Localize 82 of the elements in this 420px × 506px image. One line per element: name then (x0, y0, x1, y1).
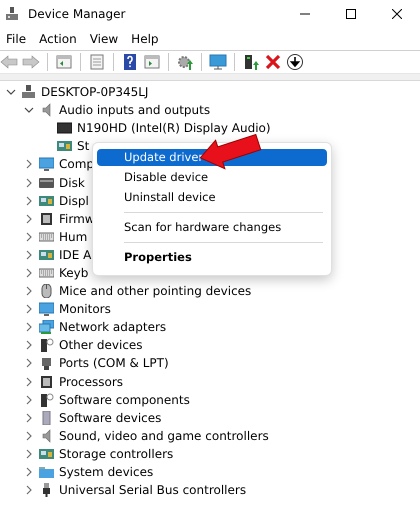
menu-item[interactable]: View (86, 30, 122, 48)
tree-item[interactable]: Mice and other pointing devices (59, 284, 252, 298)
tree-item[interactable]: Disk (59, 176, 85, 190)
network-icon (39, 320, 54, 334)
tree-item[interactable]: System devices (59, 465, 154, 480)
monitor-icon (39, 302, 54, 316)
expand-chevron-icon[interactable] (24, 322, 34, 332)
tree-item[interactable]: Keyb (59, 266, 88, 280)
device-icon (39, 338, 54, 352)
tree-item[interactable]: Network adapters (59, 320, 166, 334)
tree-item[interactable]: IDE A (59, 248, 92, 262)
tree-item[interactable]: Software devices (59, 410, 162, 425)
tree-item[interactable]: Processors (59, 374, 124, 389)
tree-item[interactable]: DESKTOP-0P345LJ (41, 85, 148, 100)
device-icon (39, 392, 54, 407)
expand-chevron-icon[interactable] (24, 232, 34, 242)
expand-chevron-icon[interactable] (24, 304, 34, 314)
card-icon (39, 194, 54, 208)
card-icon (57, 139, 72, 154)
tree-item[interactable]: N190HD (Intel(R) Display Audio) (77, 121, 271, 136)
card-icon (39, 446, 54, 461)
folder-icon (39, 465, 54, 480)
display-icon (57, 121, 72, 136)
expand-chevron-icon[interactable] (24, 268, 34, 278)
expand-chevron-icon[interactable] (24, 196, 34, 206)
expand-chevron-icon[interactable] (24, 412, 34, 423)
tree-item[interactable]: Other devices (59, 338, 143, 352)
expand-chevron-icon[interactable] (24, 214, 34, 224)
expand-chevron-icon[interactable] (24, 467, 34, 478)
monitor-icon[interactable] (209, 53, 227, 71)
tree-item[interactable]: St (77, 139, 90, 154)
download-icon[interactable] (286, 53, 304, 71)
menu-item[interactable]: Action (35, 30, 81, 48)
menu-item[interactable]: Uninstall device (97, 189, 327, 206)
tree-item[interactable]: Hum (59, 230, 88, 244)
maximize-icon[interactable] (346, 9, 356, 19)
expand-chevron-icon[interactable] (24, 430, 34, 441)
tree-item[interactable]: Monitors (59, 302, 111, 316)
menu-item[interactable]: Properties (97, 249, 327, 266)
expand-chevron-icon[interactable] (24, 485, 34, 496)
expand-chevron-icon[interactable] (24, 448, 34, 459)
computer-icon (21, 85, 36, 100)
tree-item[interactable]: Ports (COM & LPT) (59, 356, 169, 370)
panel-icon[interactable] (143, 53, 161, 71)
minimize-icon[interactable] (300, 13, 310, 15)
chip-icon (39, 212, 54, 226)
tree-item[interactable]: Universal Serial Bus controllers (59, 483, 246, 498)
expand-chevron-icon[interactable] (24, 394, 34, 405)
expand-chevron-icon[interactable] (24, 376, 34, 387)
gear-icon[interactable] (176, 53, 194, 71)
keyboard-icon (39, 266, 54, 280)
help-icon[interactable] (121, 53, 139, 71)
tree-item[interactable]: Storage controllers (59, 446, 174, 461)
tree-item[interactable]: Sound, video and game controllers (59, 428, 269, 443)
collapse-chevron-icon[interactable] (24, 105, 34, 116)
document-icon[interactable] (88, 53, 106, 71)
chip-icon (39, 374, 54, 389)
panel-icon[interactable] (55, 53, 73, 71)
keyboard-icon (39, 230, 54, 244)
close-icon[interactable] (392, 9, 402, 19)
expand-chevron-icon[interactable] (24, 159, 34, 170)
card-icon (39, 248, 54, 262)
port-icon (39, 356, 54, 370)
monitor-icon (39, 157, 54, 172)
delete-icon[interactable] (264, 53, 282, 71)
expand-chevron-icon[interactable] (24, 340, 34, 350)
expand-chevron-icon[interactable] (24, 286, 34, 296)
tree-item[interactable]: Displ (59, 194, 89, 208)
collapse-chevron-icon[interactable] (6, 87, 16, 98)
device-manager-icon (4, 6, 20, 22)
window-title: Device Manager (28, 7, 126, 21)
menu-item[interactable]: Scan for hardware changes (97, 219, 327, 236)
expand-chevron-icon[interactable] (24, 250, 34, 260)
tree-item[interactable]: Audio inputs and outputs (59, 103, 210, 118)
menu-item[interactable]: Help (127, 30, 163, 48)
mouse-icon (39, 284, 54, 298)
expand-chevron-icon[interactable] (24, 358, 34, 368)
update-driver-icon[interactable] (242, 53, 260, 71)
expand-chevron-icon[interactable] (24, 178, 34, 188)
menu-item[interactable]: Disable device (97, 169, 327, 186)
menu-item[interactable]: File (2, 30, 30, 48)
tree-item[interactable]: Software components (59, 392, 190, 407)
